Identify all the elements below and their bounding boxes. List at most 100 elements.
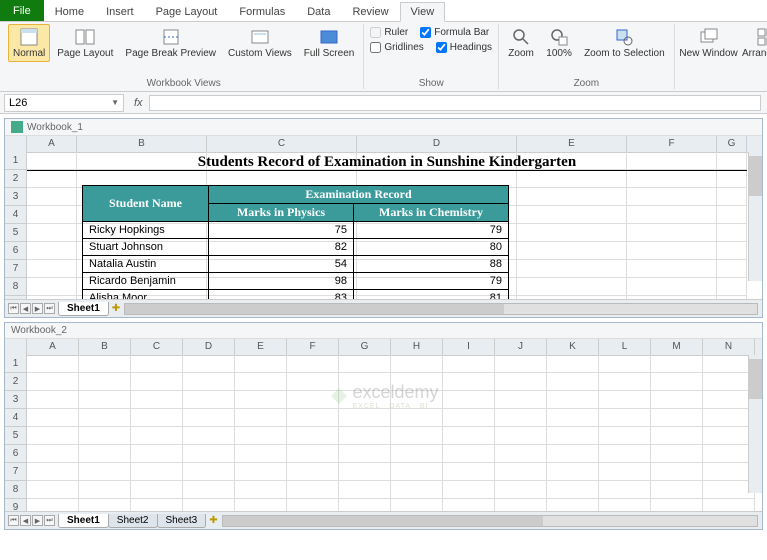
col-header[interactable]: I — [443, 339, 495, 355]
zoom-button[interactable]: Zoom — [503, 24, 539, 62]
cell-chemistry[interactable]: 79 — [354, 222, 509, 239]
tab-review[interactable]: Review — [341, 2, 399, 21]
cell[interactable] — [599, 427, 651, 445]
cell[interactable] — [287, 427, 339, 445]
row-header[interactable]: 5 — [5, 224, 27, 242]
cell[interactable] — [27, 427, 79, 445]
cell[interactable] — [287, 373, 339, 391]
cell[interactable] — [651, 463, 703, 481]
row-header[interactable]: 3 — [5, 188, 27, 206]
row-header[interactable]: 7 — [5, 463, 27, 481]
table-row[interactable]: Ricardo Benjamin9879 — [83, 273, 509, 290]
cell[interactable] — [599, 481, 651, 499]
cell[interactable] — [547, 481, 599, 499]
cell[interactable] — [183, 355, 235, 373]
zoom-100-button[interactable]: 100% — [541, 24, 577, 62]
cell[interactable] — [183, 463, 235, 481]
col-header[interactable]: D — [357, 136, 517, 152]
cell[interactable] — [495, 499, 547, 511]
cell[interactable] — [391, 409, 443, 427]
col-header[interactable]: A — [27, 339, 79, 355]
headings-checkbox[interactable]: Headings — [434, 41, 494, 54]
cell[interactable] — [235, 481, 287, 499]
tab-nav-next[interactable]: ▶ — [32, 303, 43, 314]
new-sheet-icon-2[interactable]: ✚ — [209, 515, 217, 526]
cell[interactable] — [235, 373, 287, 391]
cell[interactable] — [443, 427, 495, 445]
col-header[interactable]: J — [495, 339, 547, 355]
col-header[interactable]: G — [717, 136, 747, 152]
cell-physics[interactable]: 82 — [209, 239, 354, 256]
cell[interactable] — [651, 391, 703, 409]
cell[interactable] — [547, 409, 599, 427]
page-break-button[interactable]: Page Break Preview — [120, 24, 221, 62]
cell[interactable] — [391, 427, 443, 445]
cell[interactable] — [599, 463, 651, 481]
table-row[interactable]: Ricky Hopkings7579 — [83, 222, 509, 239]
cell[interactable] — [287, 499, 339, 511]
cell[interactable] — [495, 445, 547, 463]
sheet-tab[interactable]: Sheet3 — [157, 514, 207, 528]
cell[interactable] — [651, 373, 703, 391]
cell[interactable] — [495, 373, 547, 391]
tab-nav-first-2[interactable]: ⏮ — [8, 515, 19, 526]
cell[interactable] — [599, 409, 651, 427]
cell[interactable] — [235, 409, 287, 427]
col-header[interactable]: B — [79, 339, 131, 355]
cell[interactable] — [443, 373, 495, 391]
cell[interactable] — [391, 355, 443, 373]
cell[interactable] — [391, 391, 443, 409]
tab-nav-prev-2[interactable]: ◀ — [20, 515, 31, 526]
col-header[interactable]: E — [517, 136, 627, 152]
fx-icon[interactable]: fx — [128, 97, 149, 109]
cell[interactable] — [27, 373, 79, 391]
tab-data[interactable]: Data — [296, 2, 341, 21]
row-header[interactable]: 4 — [5, 409, 27, 427]
tab-nav-last[interactable]: ⏭ — [44, 303, 55, 314]
cell[interactable] — [131, 355, 183, 373]
cell[interactable] — [495, 355, 547, 373]
cell[interactable] — [131, 427, 183, 445]
zoom-selection-button[interactable]: Zoom to Selection — [579, 24, 670, 62]
cell[interactable] — [339, 481, 391, 499]
cell[interactable] — [547, 391, 599, 409]
tab-formulas[interactable]: Formulas — [228, 2, 296, 21]
cell[interactable] — [235, 391, 287, 409]
row-header[interactable]: 8 — [5, 278, 27, 296]
row-header[interactable]: 7 — [5, 260, 27, 278]
cell[interactable] — [131, 445, 183, 463]
cell[interactable] — [495, 409, 547, 427]
cell[interactable] — [183, 499, 235, 511]
table-row[interactable]: Natalia Austin5488 — [83, 256, 509, 273]
cell[interactable] — [599, 355, 651, 373]
row-header[interactable]: 9 — [5, 296, 27, 299]
cell[interactable] — [599, 391, 651, 409]
custom-views-button[interactable]: Custom Views — [223, 24, 297, 62]
namebox-dropdown-icon[interactable]: ▼ — [111, 98, 119, 107]
cell[interactable] — [79, 409, 131, 427]
table-row[interactable]: Alisha Moor8381 — [83, 290, 509, 300]
cell[interactable] — [183, 481, 235, 499]
cell[interactable] — [235, 499, 287, 511]
cell[interactable] — [443, 391, 495, 409]
cell[interactable] — [391, 499, 443, 511]
cell[interactable] — [287, 355, 339, 373]
col-header[interactable]: N — [703, 339, 755, 355]
cell[interactable] — [443, 481, 495, 499]
cell[interactable] — [287, 445, 339, 463]
cell[interactable] — [495, 427, 547, 445]
cell-name[interactable]: Natalia Austin — [83, 256, 209, 273]
horizontal-scrollbar[interactable] — [124, 303, 758, 315]
cell[interactable] — [599, 373, 651, 391]
cell[interactable] — [651, 427, 703, 445]
sheet-tab[interactable]: Sheet2 — [108, 514, 158, 528]
cell[interactable] — [79, 427, 131, 445]
cell[interactable] — [235, 427, 287, 445]
cell[interactable] — [443, 409, 495, 427]
workbook-1-grid[interactable]: ABCDEFG 123456789 Students Record of Exa… — [5, 136, 762, 299]
cell[interactable] — [287, 391, 339, 409]
cell[interactable] — [287, 481, 339, 499]
cell[interactable] — [235, 463, 287, 481]
horizontal-scrollbar-2[interactable] — [222, 515, 758, 527]
cell[interactable] — [131, 481, 183, 499]
